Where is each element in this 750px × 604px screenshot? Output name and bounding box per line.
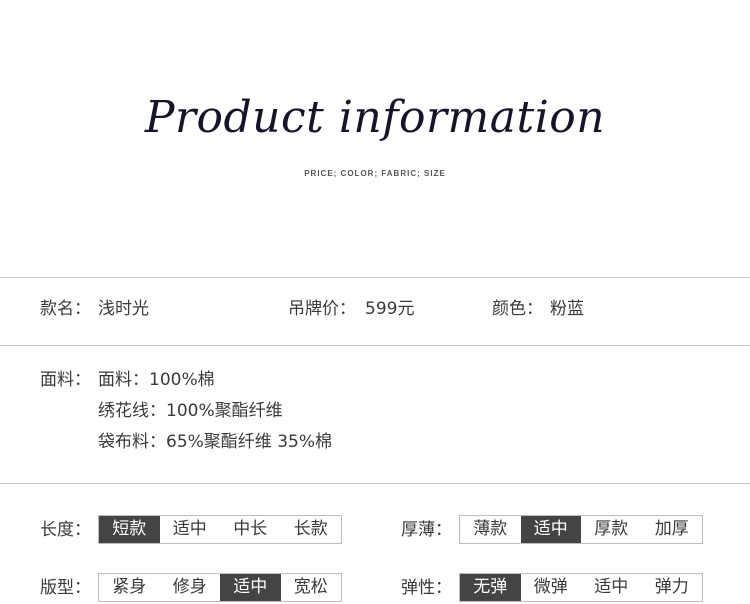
length-options: 短款 适中 中长 长款: [98, 515, 342, 544]
fabric-line-embroidery: 绣花线：100%聚酯纤维: [98, 401, 283, 421]
divider-middle: [0, 345, 750, 346]
elasticity-option-medium[interactable]: 适中: [581, 574, 642, 601]
fit-options: 紧身 修身 适中 宽松: [98, 573, 342, 602]
length-option-long[interactable]: 长款: [280, 516, 341, 543]
price-value: 599元: [365, 299, 415, 319]
thickness-option-extra-thick[interactable]: 加厚: [641, 516, 702, 543]
thickness-label: 厚薄：: [401, 520, 452, 540]
length-option-medium[interactable]: 适中: [159, 516, 220, 543]
color-label: 颜色：: [492, 299, 543, 319]
thickness-option-medium[interactable]: 适中: [520, 516, 581, 543]
length-option-short[interactable]: 短款: [99, 516, 160, 543]
thickness-option-thin[interactable]: 薄款: [460, 516, 521, 543]
length-option-mid-long[interactable]: 中长: [220, 516, 281, 543]
fit-option-regular[interactable]: 适中: [220, 574, 281, 601]
page-subtitle: PRICE; COLOR; FABRIC; SIZE: [304, 169, 446, 178]
elasticity-option-slight[interactable]: 微弹: [520, 574, 581, 601]
name-label: 款名：: [40, 299, 91, 319]
elasticity-option-none[interactable]: 无弹: [460, 574, 521, 601]
color-value: 粉蓝: [550, 299, 584, 319]
fabric-line-pocket: 袋布料：65%聚酯纤维 35%棉: [98, 432, 332, 452]
elasticity-option-stretch[interactable]: 弹力: [641, 574, 702, 601]
fabric-label: 面料：: [40, 370, 91, 390]
length-label: 长度：: [40, 520, 91, 540]
elasticity-options: 无弹 微弹 适中 弹力: [459, 573, 703, 602]
fabric-line-main: 面料：100%棉: [98, 370, 215, 390]
divider-bottom: [0, 483, 750, 484]
name-value: 浅时光: [98, 299, 149, 319]
fit-option-tight[interactable]: 紧身: [99, 574, 160, 601]
fit-option-slim[interactable]: 修身: [159, 574, 220, 601]
page-title: Product information: [144, 92, 606, 143]
divider-top: [0, 277, 750, 278]
elasticity-label: 弹性：: [401, 578, 452, 598]
price-label: 吊牌价：: [288, 299, 356, 319]
thickness-options: 薄款 适中 厚款 加厚: [459, 515, 703, 544]
fit-option-loose[interactable]: 宽松: [280, 574, 341, 601]
thickness-option-thick[interactable]: 厚款: [581, 516, 642, 543]
fit-label: 版型：: [40, 578, 91, 598]
